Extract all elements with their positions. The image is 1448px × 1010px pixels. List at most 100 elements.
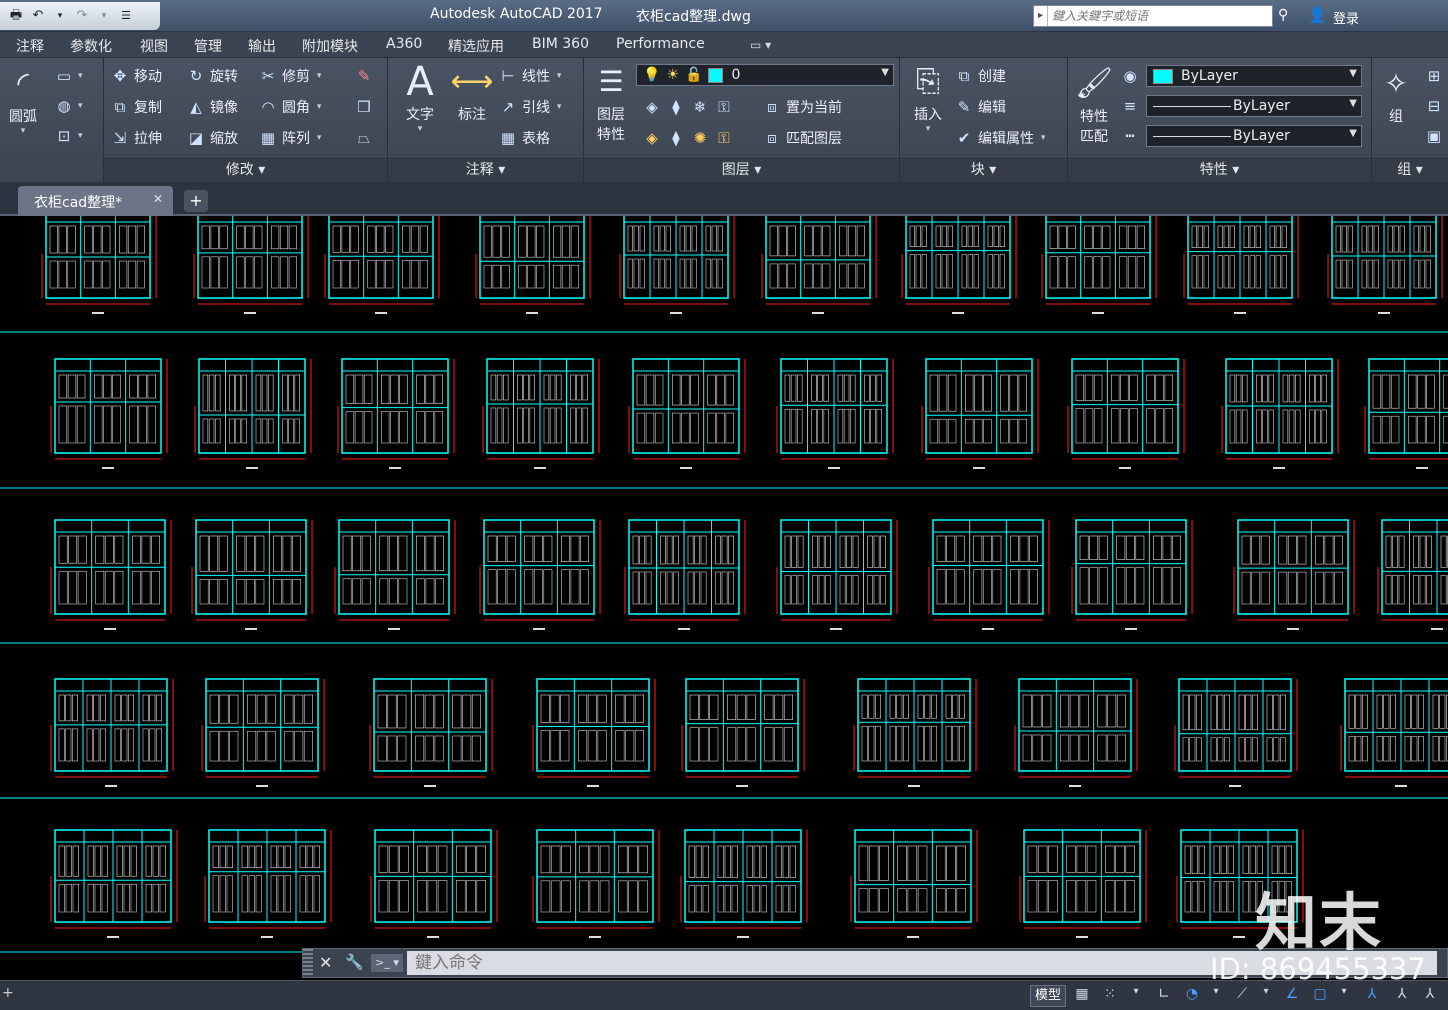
linear-dim-button[interactable]: ⊢ 线性 ▾ bbox=[498, 66, 561, 86]
command-prompt-icon[interactable]: >_ ▾ bbox=[371, 954, 403, 972]
match-properties-button[interactable]: 🖌 特性 匹配 bbox=[1070, 62, 1118, 146]
stretch-button[interactable]: ⇲ 拉伸 bbox=[110, 128, 162, 148]
search-expand-icon[interactable]: ▸ bbox=[1034, 6, 1048, 26]
layer-isolate-icon[interactable]: ⧫ bbox=[666, 97, 686, 117]
command-grip-handle[interactable] bbox=[303, 949, 313, 977]
table-button[interactable]: ▦ 表格 bbox=[498, 128, 550, 148]
block-panel-footer[interactable]: 块 ▾ bbox=[900, 158, 1067, 182]
login-button[interactable]: 登录 bbox=[1333, 8, 1359, 27]
linetype-icon[interactable]: ┅ bbox=[1120, 126, 1140, 146]
arc-button[interactable]: ◜ 圆弧 ▾ bbox=[4, 62, 42, 136]
tab-featured-apps[interactable]: 精选应用 bbox=[448, 36, 504, 56]
redo-dropdown-icon[interactable]: ▾ bbox=[94, 6, 114, 26]
mirror-button[interactable]: ◭ 镜像 bbox=[186, 97, 238, 117]
erase-button[interactable]: ✎ bbox=[354, 66, 374, 86]
move-button[interactable]: ✥ 移动 bbox=[110, 66, 162, 86]
close-icon[interactable]: ✕ bbox=[153, 192, 163, 206]
tab-annotate[interactable]: 注释 bbox=[16, 36, 44, 56]
group-select-icon[interactable]: ▣ bbox=[1424, 126, 1444, 146]
annotation-panel-footer[interactable]: 注释 ▾ bbox=[388, 158, 583, 182]
insert-button[interactable]: ⎘ 插入 ▾ bbox=[904, 60, 952, 134]
close-icon[interactable]: ✕ bbox=[319, 953, 332, 972]
lineweight-icon[interactable]: ≡ bbox=[1120, 96, 1140, 116]
color-wheel-icon[interactable]: ◉ bbox=[1120, 66, 1140, 86]
isodraft-dropdown-icon[interactable]: ▾ bbox=[1256, 986, 1276, 1006]
fillet-button[interactable]: ◠ 圆角 ▾ bbox=[258, 97, 321, 117]
hatch-button[interactable]: ◍ ▾ bbox=[54, 96, 82, 116]
redo-icon[interactable]: ↷ bbox=[72, 6, 92, 26]
layer-properties-button[interactable]: ☰ 图层 特性 bbox=[588, 60, 634, 144]
tab-manage[interactable]: 管理 bbox=[194, 36, 222, 56]
layer-lock-icon[interactable]: ⚿ bbox=[714, 97, 734, 117]
snap-dropdown-icon[interactable]: ▾ bbox=[1126, 986, 1146, 1006]
boundary-button[interactable]: ⊡ ▾ bbox=[54, 126, 83, 146]
rotate-button[interactable]: ↻ 旋转 bbox=[186, 66, 238, 86]
user-icon[interactable]: 👤 bbox=[1308, 6, 1327, 24]
create-block-button[interactable]: ⧉ 创建 bbox=[954, 66, 1006, 86]
match-layer-button[interactable]: ⧈ 匹配图层 bbox=[762, 128, 842, 148]
trim-button[interactable]: ✂ 修剪 ▾ bbox=[258, 66, 322, 86]
lineweight-dropdown[interactable]: ByLayer ▼ bbox=[1146, 95, 1362, 117]
model-space-button[interactable]: 模型 bbox=[1030, 985, 1066, 1007]
layer-dropdown[interactable]: 💡 ☀ 🔓 0 ▼ bbox=[636, 64, 894, 86]
text-button[interactable]: A 文字 ▾ bbox=[396, 60, 444, 134]
scale-button[interactable]: ◪ 缩放 bbox=[186, 128, 238, 148]
linetype-dropdown[interactable]: ByLayer ▼ bbox=[1146, 125, 1362, 147]
set-current-button[interactable]: ⧈ 置为当前 bbox=[762, 97, 842, 117]
offset-button[interactable]: ⏢ bbox=[354, 128, 374, 148]
object-snap-icon[interactable]: ▢ bbox=[1310, 986, 1330, 1006]
tab-view[interactable]: 视图 bbox=[140, 36, 168, 56]
layer-unlock-icon[interactable]: ⚿ bbox=[714, 128, 734, 148]
object-snap-tracking-icon[interactable]: ∠ bbox=[1282, 986, 1302, 1006]
print-icon[interactable]: 🖶 bbox=[6, 6, 26, 26]
tab-addins[interactable]: 附加模块 bbox=[302, 36, 358, 56]
rectangle-button[interactable]: ▭ ▾ bbox=[54, 66, 83, 86]
object-snap-dropdown-icon[interactable]: ▾ bbox=[1334, 986, 1354, 1006]
modify-panel-footer[interactable]: 修改 ▾ bbox=[104, 158, 387, 182]
color-dropdown[interactable]: ByLayer ▼ bbox=[1146, 65, 1362, 87]
group-button[interactable]: ✧ 组 bbox=[1376, 62, 1416, 126]
edit-attributes-button[interactable]: ✔ 编辑属性 ▾ bbox=[954, 128, 1046, 148]
polar-dropdown-icon[interactable]: ▾ bbox=[1206, 986, 1226, 1006]
tab-a360[interactable]: A360 bbox=[386, 36, 422, 52]
copy-button[interactable]: ⧉ 复制 bbox=[110, 97, 162, 117]
binoculars-icon[interactable]: ⚲ bbox=[1278, 7, 1300, 25]
layer-unisolate-icon[interactable]: ⧫ bbox=[666, 128, 686, 148]
explode-button[interactable]: ❒ bbox=[354, 97, 374, 117]
polar-icon[interactable]: ◔ bbox=[1182, 986, 1202, 1006]
snap-icon[interactable]: ⁙ bbox=[1100, 986, 1120, 1006]
customize-qat-icon[interactable]: ☰ bbox=[116, 6, 136, 26]
ribbon-minimize-icon[interactable]: ▭ ▾ bbox=[750, 38, 771, 52]
wrench-icon[interactable]: 🔧 bbox=[345, 953, 364, 971]
new-tab-button[interactable]: + bbox=[184, 190, 208, 212]
ortho-icon[interactable]: ∟ bbox=[1154, 986, 1174, 1006]
search-input[interactable] bbox=[1048, 6, 1272, 26]
layer-off-icon[interactable]: ◈ bbox=[642, 97, 662, 117]
auto-scale-icon[interactable]: ⅄ bbox=[1420, 986, 1440, 1006]
dimension-button[interactable]: ⟷ 标注 bbox=[448, 60, 496, 124]
grid-icon[interactable]: ▦ bbox=[1072, 986, 1092, 1006]
edit-block-button[interactable]: ✎ 编辑 bbox=[954, 97, 1006, 117]
ungroup-icon[interactable]: ⊞ bbox=[1424, 66, 1444, 86]
plus-icon[interactable]: + bbox=[2, 985, 14, 1001]
isodraft-icon[interactable]: ⟋ bbox=[1232, 986, 1252, 1006]
document-tab[interactable]: 衣柜cad整理* ✕ bbox=[18, 186, 173, 216]
undo-dropdown-icon[interactable]: ▾ bbox=[50, 6, 70, 26]
tab-output[interactable]: 输出 bbox=[248, 36, 276, 56]
groups-panel-footer[interactable]: 组 ▾ bbox=[1372, 158, 1448, 182]
properties-panel-footer[interactable]: 特性 ▾ bbox=[1068, 158, 1371, 182]
layer-on-icon[interactable]: ◈ bbox=[642, 128, 662, 148]
array-button[interactable]: ▦ 阵列 ▾ bbox=[258, 128, 321, 148]
layer-thaw-icon[interactable]: ✺ bbox=[690, 128, 710, 148]
tab-performance[interactable]: Performance bbox=[616, 36, 705, 52]
leader-button[interactable]: ↗ 引线 ▾ bbox=[498, 97, 562, 117]
tab-bim360[interactable]: BIM 360 bbox=[532, 36, 589, 52]
tab-parametric[interactable]: 参数化 bbox=[70, 36, 112, 56]
drawing-canvas[interactable] bbox=[0, 216, 1448, 980]
annotation-visibility-icon[interactable]: ⅄ bbox=[1392, 986, 1412, 1006]
undo-icon[interactable]: ↶ bbox=[28, 6, 48, 26]
layer-freeze-icon[interactable]: ❄ bbox=[690, 97, 710, 117]
annotation-scale-icon[interactable]: ⅄ bbox=[1362, 986, 1382, 1006]
group-edit-icon[interactable]: ⊟ bbox=[1424, 96, 1444, 116]
layers-panel-footer[interactable]: 图层 ▾ bbox=[584, 158, 899, 182]
